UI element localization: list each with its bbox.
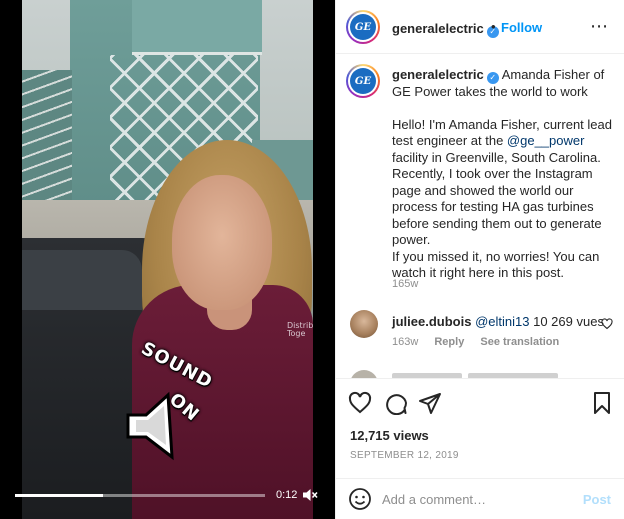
header-username-wrap[interactable]: generalelectric ✓ (392, 20, 499, 38)
ge-logo: GE (350, 14, 376, 40)
post-actions (336, 378, 624, 422)
more-options-icon[interactable]: ⋯ (590, 16, 609, 37)
comment-like-icon[interactable] (601, 318, 613, 330)
shirt-logo-line2: Toge (287, 329, 306, 338)
car-window (22, 250, 142, 310)
comment-mention-link[interactable]: @eltini13 (475, 314, 529, 329)
see-translation-button[interactable]: See translation (480, 336, 559, 348)
emoji-icon[interactable] (348, 487, 372, 511)
save-bookmark-icon[interactable] (590, 391, 614, 415)
caption-text-3: If you missed it, no worries! You can wa… (392, 248, 600, 281)
video-progress-fill (15, 494, 103, 497)
mute-icon[interactable] (302, 487, 318, 503)
next-commenter-avatar (350, 370, 378, 378)
separator-dot: • (491, 19, 496, 34)
post-date[interactable]: SEPTEMBER 12, 2019 (350, 450, 459, 461)
caption-username[interactable]: generalelectric (392, 67, 484, 82)
comment-username[interactable]: juliee.dubois (392, 314, 471, 329)
ge-logo: GE (350, 68, 376, 94)
post-panel: GE generalelectric ✓ • Follow ⋯ GE genera… (335, 0, 624, 519)
video-time: 0:12 (276, 489, 298, 501)
commenter-avatar[interactable] (350, 310, 378, 338)
sound-on-sticker[interactable]: SOUND ON (110, 338, 230, 465)
post-comment-button[interactable]: Post (583, 492, 611, 507)
comment-meta: 163w Reply See translation (392, 336, 572, 348)
like-heart-icon[interactable] (348, 391, 372, 415)
person-face (172, 175, 272, 310)
comment-timestamp[interactable]: 163w (392, 336, 418, 348)
stairway (22, 70, 72, 220)
header-username[interactable]: generalelectric (392, 21, 484, 36)
post-caption: generalelectric ✓ Amanda Fisher of GE Pow… (392, 67, 617, 282)
add-comment-bar: Post (336, 478, 624, 519)
caption-timestamp[interactable]: 165w (392, 278, 418, 290)
follow-button[interactable]: Follow (501, 20, 542, 35)
caption-avatar[interactable]: GE (346, 64, 380, 98)
video-player[interactable]: Distrib Toge SOUND ON 0:12 (0, 0, 335, 519)
verified-icon: ✓ (486, 72, 499, 84)
comment-input[interactable] (382, 488, 572, 510)
video-progress-bar[interactable] (15, 494, 265, 497)
profile-avatar[interactable]: GE (346, 10, 380, 44)
comment: juliee.dubois @eltini13 10 269 vues (392, 314, 604, 329)
building-top (132, 0, 262, 55)
view-count[interactable]: 12,715 views (350, 428, 429, 443)
shirt-logo-text: Distrib Toge (287, 322, 313, 338)
reply-button[interactable]: Reply (434, 336, 464, 348)
caption-mention-link[interactable]: @ge__power (507, 133, 585, 148)
comment-bubble-icon[interactable] (384, 391, 408, 415)
post-header: GE generalelectric ✓ • Follow ⋯ (336, 0, 624, 54)
comment-body: 10 269 vues (529, 314, 604, 329)
next-comment-peek (350, 368, 620, 378)
share-paper-plane-icon[interactable] (418, 391, 442, 415)
caption-text-2: facility in Greenville, South Carolina. … (392, 149, 602, 248)
